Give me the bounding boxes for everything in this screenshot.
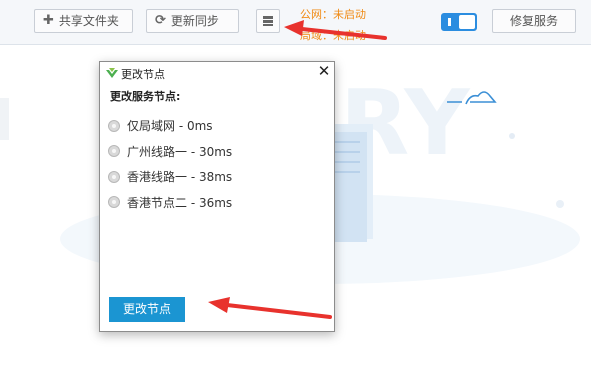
share-folder-label: 共享文件夹 [58, 14, 119, 28]
refresh-icon: ⟳ [155, 13, 166, 28]
dialog-title: 更改节点 [121, 68, 165, 81]
change-node-dialog: 更改节点 ✕ 更改服务节点: 仅局域网 - 0ms 广州线路一 - 30ms 香… [99, 61, 335, 332]
repair-service-button[interactable]: 修复服务 [492, 9, 576, 33]
node-option-label: 仅局域网 - 0ms [127, 119, 213, 134]
node-option-label: 香港线路一 - 38ms [127, 170, 233, 185]
radio-icon[interactable] [108, 196, 120, 209]
app-logo-icon [106, 68, 118, 78]
update-sync-label: 更新同步 [170, 14, 219, 28]
node-select-button[interactable] [256, 9, 280, 33]
node-option-guangzhou-1[interactable]: 广州线路一 - 30ms [108, 139, 232, 165]
close-icon[interactable]: ✕ [316, 63, 332, 79]
node-options: 仅局域网 - 0ms 广州线路一 - 30ms 香港线路一 - 38ms 香港节… [108, 113, 232, 215]
repair-service-label: 修复服务 [509, 14, 558, 28]
change-node-button[interactable]: 更改节点 [109, 297, 185, 322]
plus-icon: ✚ [43, 13, 54, 28]
share-folder-button[interactable]: ✚ 共享文件夹 [34, 9, 133, 33]
annotation-arrow-top [284, 20, 387, 40]
node-option-label: 香港节点二 - 36ms [127, 195, 233, 210]
radio-icon[interactable] [108, 119, 120, 132]
node-option-label: 广州线路一 - 30ms [127, 144, 233, 159]
radio-icon[interactable] [108, 145, 120, 158]
radio-icon[interactable] [108, 170, 120, 183]
service-toggle[interactable] [441, 13, 477, 31]
node-option-hongkong-2[interactable]: 香港节点二 - 36ms [108, 190, 232, 216]
node-option-hongkong-1[interactable]: 香港线路一 - 38ms [108, 164, 232, 190]
update-sync-button[interactable]: ⟳ 更新同步 [146, 9, 239, 33]
annotation-arrow-bottom [208, 297, 332, 319]
dialog-heading: 更改服务节点: [110, 90, 181, 103]
server-list-icon [263, 16, 273, 26]
node-option-lan[interactable]: 仅局域网 - 0ms [108, 113, 232, 139]
